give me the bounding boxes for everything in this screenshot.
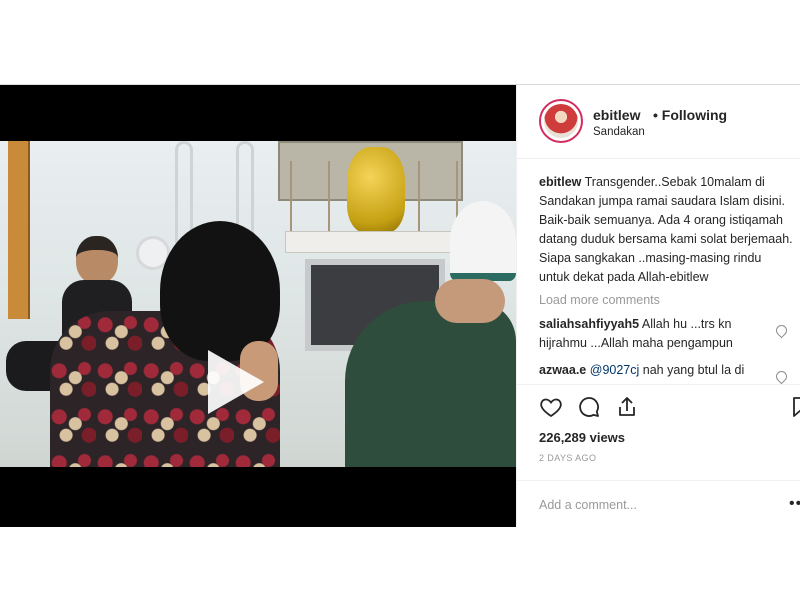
following-button[interactable]: • Following — [653, 107, 727, 123]
video-player[interactable] — [0, 85, 516, 527]
door — [8, 141, 30, 319]
post-date[interactable]: 2 DAYS AGO — [539, 453, 596, 463]
more-options-icon[interactable]: ••• — [789, 495, 800, 513]
avatar[interactable] — [539, 99, 583, 143]
view-count[interactable]: 226,289 views — [539, 430, 625, 445]
action-bar — [517, 384, 800, 428]
share-icon[interactable] — [615, 395, 639, 419]
comment-text: nah yang btul la di — [642, 363, 745, 377]
post-caption: ebitlew Transgender..Sebak 10malam di Sa… — [539, 173, 793, 287]
heart-icon[interactable] — [773, 322, 790, 339]
post-sidebar: ebitlew • Following Sandakan ebitlew Tra… — [516, 85, 800, 527]
caption-text: Transgender..Sebak 10malam di Sandakan j… — [539, 175, 793, 284]
hand — [435, 279, 505, 323]
person-consoling — [345, 201, 516, 467]
video-frame[interactable] — [0, 141, 516, 467]
author-username[interactable]: ebitlew — [593, 107, 640, 123]
caption-username[interactable]: ebitlew — [539, 175, 581, 189]
add-comment-input[interactable] — [539, 495, 759, 515]
bookmark-icon-svg — [793, 397, 800, 417]
speech-bubble-icon-svg — [579, 397, 599, 417]
instagram-post: ebitlew • Following Sandakan ebitlew Tra… — [0, 84, 800, 527]
add-comment-bar: ••• — [517, 480, 800, 527]
share-icon-svg — [619, 397, 635, 416]
avatar-image — [544, 104, 578, 138]
location-link[interactable]: Sandakan — [593, 126, 645, 138]
post-header: ebitlew • Following Sandakan — [517, 85, 800, 159]
prayer-cap — [450, 201, 516, 281]
person-crying — [50, 221, 310, 467]
play-icon[interactable] — [208, 350, 264, 414]
heart-icon[interactable] — [539, 395, 563, 419]
comment-item: saliahsahfiyyah5 Allah hu ...trs kn hijr… — [539, 315, 793, 353]
bookmark-icon[interactable] — [789, 395, 800, 419]
comment-item: azwaa.e @9027cj nah yang btul la di — [539, 361, 793, 384]
heart-icon[interactable] — [773, 368, 790, 384]
person-back — [345, 301, 516, 467]
hair — [160, 221, 280, 361]
load-more-comments-button[interactable]: Load more comments — [539, 293, 793, 307]
comments-section[interactable]: ebitlew Transgender..Sebak 10malam di Sa… — [517, 159, 800, 384]
comment-mention[interactable]: @9027cj — [590, 363, 640, 377]
comment-username[interactable]: saliahsahfiyyah5 — [539, 317, 639, 331]
speech-bubble-icon[interactable] — [577, 395, 601, 419]
comment-username[interactable]: azwaa.e — [539, 363, 586, 377]
heart-icon-svg — [540, 398, 562, 418]
